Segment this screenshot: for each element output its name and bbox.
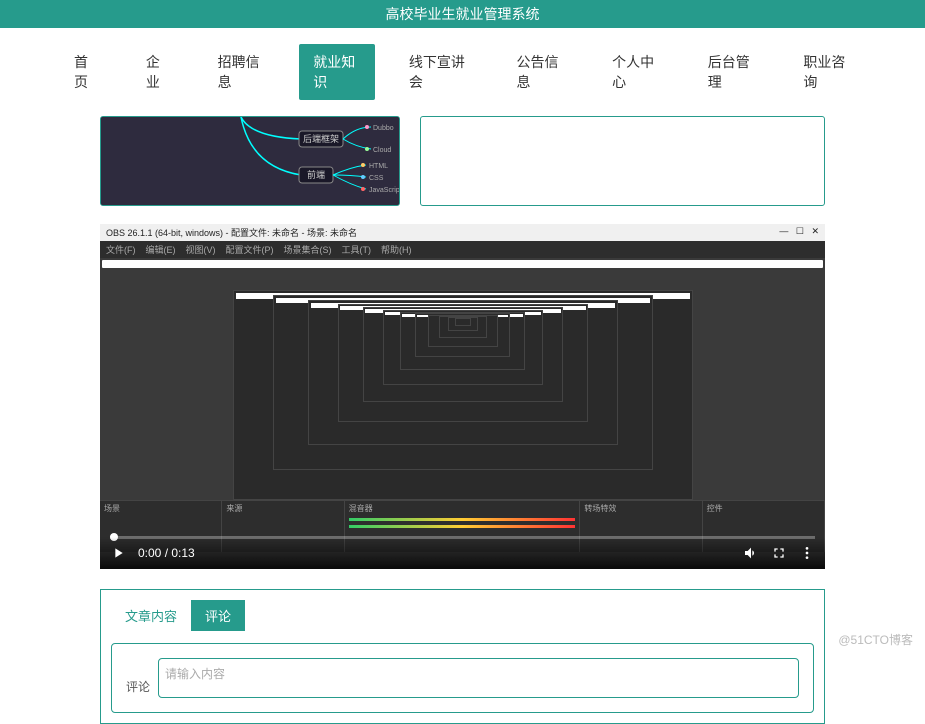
empty-card[interactable]	[420, 116, 825, 206]
svg-text:JavaScript: JavaScript	[369, 187, 400, 194]
volume-icon[interactable]	[743, 545, 759, 561]
mindmap-card[interactable]: 后端框架 前端 Dubbo Cloud HTML CSS JavaScript	[100, 116, 400, 206]
comment-input-wrap[interactable]	[158, 658, 799, 698]
app-header: 高校毕业生就业管理系统	[0, 0, 925, 28]
tab-article-content[interactable]: 文章内容	[111, 600, 191, 631]
svg-text:HTML: HTML	[369, 163, 388, 170]
svg-text:Dubbo: Dubbo	[373, 125, 394, 132]
nav-admin[interactable]: 后台管理	[694, 44, 770, 100]
cards-row: 后端框架 前端 Dubbo Cloud HTML CSS JavaScript	[0, 116, 925, 206]
svg-text:CSS: CSS	[369, 175, 384, 182]
nav-lecture[interactable]: 线下宣讲会	[395, 44, 483, 100]
video-player[interactable]: OBS 26.1.1 (64-bit, windows) - 配置文件: 未命名…	[100, 224, 825, 569]
nav-knowledge[interactable]: 就业知识	[299, 44, 375, 100]
comment-section: 文章内容 评论 评论	[100, 589, 825, 724]
obs-menu-bar: 文件(F) 编辑(E) 视图(V) 配置文件(P) 场景集合(S) 工具(T) …	[100, 241, 825, 258]
obs-window-titlebar: OBS 26.1.1 (64-bit, windows) - 配置文件: 未命名…	[100, 224, 825, 241]
main-nav: 首页 企业 招聘信息 就业知识 线下宣讲会 公告信息 个人中心 后台管理 职业咨…	[0, 28, 925, 116]
nav-notice[interactable]: 公告信息	[502, 44, 578, 100]
nav-company[interactable]: 企业	[132, 44, 184, 100]
fullscreen-icon[interactable]	[771, 545, 787, 561]
obs-window-title: OBS 26.1.1 (64-bit, windows) - 配置文件: 未命名…	[106, 226, 357, 239]
nav-home[interactable]: 首页	[60, 44, 112, 100]
comment-input[interactable]	[165, 667, 792, 681]
svg-text:Cloud: Cloud	[373, 147, 391, 154]
video-preview-recursive	[100, 270, 825, 500]
comment-form: 评论	[111, 643, 814, 713]
nav-recruit[interactable]: 招聘信息	[204, 44, 280, 100]
node-frontend: 前端	[307, 169, 325, 180]
tab-comments[interactable]: 评论	[191, 600, 245, 631]
comment-label: 评论	[126, 658, 150, 695]
window-controls: — ☐ ✕	[779, 226, 819, 239]
nav-profile[interactable]: 个人中心	[598, 44, 674, 100]
video-controls: 0:00 / 0:13	[100, 537, 825, 569]
more-icon[interactable]	[799, 545, 815, 561]
watermark: @51CTO博客	[838, 631, 913, 648]
app-title: 高校毕业生就业管理系统	[386, 6, 540, 22]
comment-tabs: 文章内容 评论	[111, 600, 814, 631]
nav-consult[interactable]: 职业咨询	[789, 44, 865, 100]
mindmap-graphic: 后端框架 前端 Dubbo Cloud HTML CSS JavaScript	[101, 117, 399, 205]
play-icon[interactable]	[110, 545, 126, 561]
node-backend: 后端框架	[303, 133, 339, 144]
video-time: 0:00 / 0:13	[138, 546, 195, 560]
